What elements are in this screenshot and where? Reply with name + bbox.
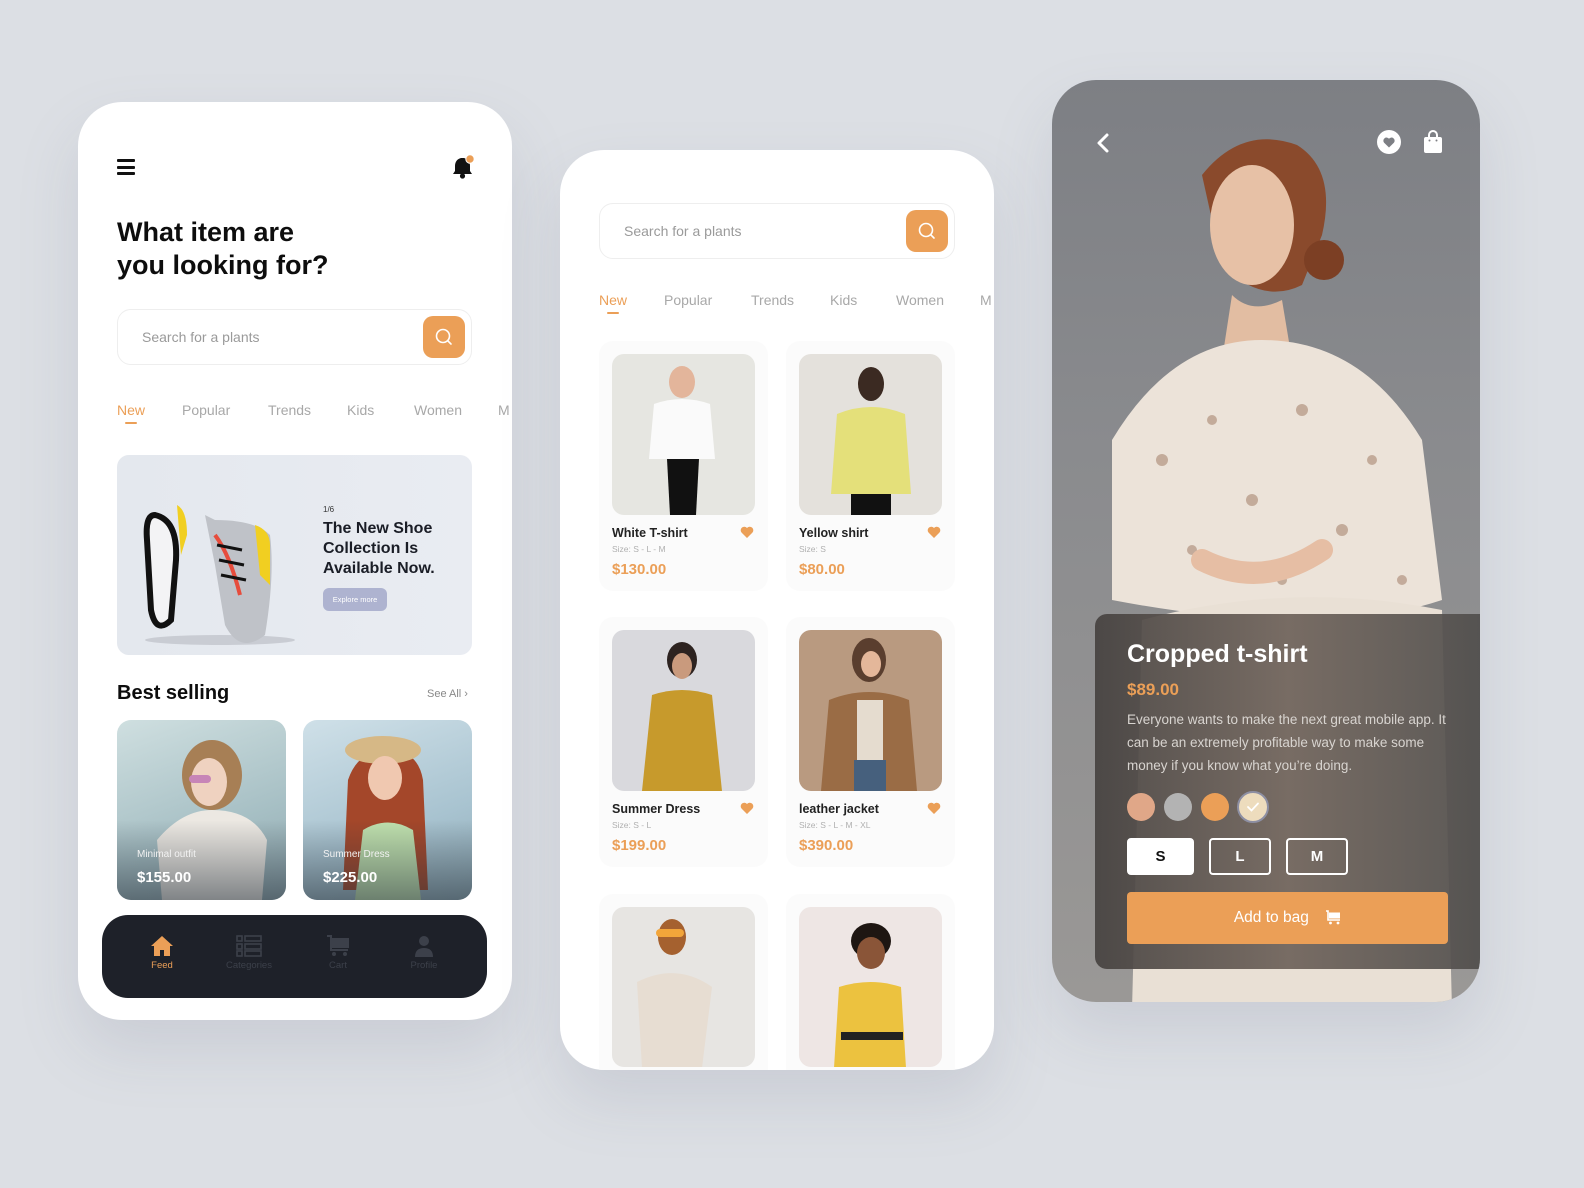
product-photo xyxy=(799,630,942,791)
tab-women[interactable]: Women xyxy=(414,402,462,418)
tab-more[interactable]: M xyxy=(980,292,992,308)
product-photo xyxy=(612,354,755,515)
tab-popular[interactable]: Popular xyxy=(182,402,230,418)
heart-circle-icon[interactable] xyxy=(1377,130,1401,154)
color-swatch-selected[interactable] xyxy=(1237,791,1269,823)
product-card[interactable]: Summer Dress Size: S - L $199.00 xyxy=(599,617,768,867)
size-option-l[interactable]: L xyxy=(1209,838,1271,875)
banner-counter: 1/6 xyxy=(323,505,335,514)
explore-more-button[interactable]: Explore more xyxy=(323,588,387,611)
tab-trends[interactable]: Trends xyxy=(751,292,794,308)
cart-icon xyxy=(1326,910,1341,925)
product-card[interactable] xyxy=(599,894,768,1070)
home-icon xyxy=(151,936,173,956)
hamburger-icon[interactable] xyxy=(117,159,135,175)
heart-icon[interactable] xyxy=(740,526,754,539)
tab-kids[interactable]: Kids xyxy=(347,402,374,418)
catalog-screen: Search for a plants New Popular Trends K… xyxy=(560,150,994,1070)
active-tab-indicator xyxy=(607,312,619,314)
search-input[interactable]: Search for a plants xyxy=(599,203,955,259)
heart-icon[interactable] xyxy=(740,802,754,815)
active-tab-indicator xyxy=(125,422,137,424)
page-title: What item are you looking for? xyxy=(117,217,329,280)
product-caption: Minimal outfit xyxy=(137,849,196,860)
user-icon xyxy=(415,936,433,957)
check-icon xyxy=(1247,802,1259,812)
home-screen: What item are you looking for? Search fo… xyxy=(78,102,512,1020)
banner-title: The New Shoe Collection Is Available Now… xyxy=(323,520,435,577)
search-button[interactable] xyxy=(906,210,948,252)
search-button[interactable] xyxy=(423,316,465,358)
product-card[interactable]: leather jacket Size: S - L - M - XL $390… xyxy=(786,617,955,867)
product-photo xyxy=(612,907,755,1067)
promo-banner[interactable]: 1/6 The New Shoe Collection Is Available… xyxy=(117,455,472,655)
category-tabs: New Popular Trends Kids Women M xyxy=(117,402,512,424)
product-photo xyxy=(612,630,755,791)
nav-feed[interactable]: Feed xyxy=(127,935,197,971)
bottom-navigation: Feed Categories Cart Profile xyxy=(102,915,487,998)
product-description: Everyone wants to make the next great mo… xyxy=(1127,712,1446,773)
tab-kids[interactable]: Kids xyxy=(830,292,857,308)
product-title: Cropped t-shirt xyxy=(1127,640,1308,668)
tab-new[interactable]: New xyxy=(117,402,145,418)
product-price: $155.00 xyxy=(137,869,192,886)
bell-icon[interactable] xyxy=(451,154,475,180)
add-to-bag-button[interactable]: Add to bag xyxy=(1127,892,1448,944)
size-option-s[interactable]: S xyxy=(1127,838,1194,875)
heart-icon[interactable] xyxy=(927,802,941,815)
product-detail-screen: Cropped t-shirt $89.00 Everyone wants to… xyxy=(1052,80,1480,1002)
product-photo xyxy=(799,354,942,515)
see-all-link[interactable]: See All › xyxy=(427,688,468,700)
tab-popular[interactable]: Popular xyxy=(664,292,712,308)
tab-new[interactable]: New xyxy=(599,292,627,308)
product-info-panel: Cropped t-shirt $89.00 Everyone wants to… xyxy=(1095,614,1480,969)
shopping-bag-icon[interactable] xyxy=(1423,130,1443,154)
size-option-m[interactable]: M xyxy=(1286,838,1348,875)
search-icon xyxy=(918,222,935,239)
best-selling-card[interactable]: Summer Dress $225.00 xyxy=(303,720,472,900)
product-caption: Summer Dress xyxy=(323,849,390,860)
color-swatch[interactable] xyxy=(1127,793,1155,821)
best-selling-title: Best selling xyxy=(117,682,230,704)
search-input[interactable]: Search for a plants xyxy=(117,309,472,365)
product-card[interactable]: Yellow shirt Size: S $80.00 xyxy=(786,341,955,591)
nav-profile[interactable]: Profile xyxy=(389,935,459,971)
search-icon xyxy=(435,328,452,345)
cart-icon xyxy=(327,935,349,956)
chevron-left-icon[interactable] xyxy=(1096,132,1110,154)
color-swatch[interactable] xyxy=(1201,793,1229,821)
shoe-image xyxy=(143,505,295,645)
product-card[interactable]: White T-shirt Size: S - L - M $130.00 xyxy=(599,341,768,591)
color-swatch[interactable] xyxy=(1164,793,1192,821)
product-photo xyxy=(799,907,942,1067)
category-tabs: New Popular Trends Kids Women M xyxy=(599,292,994,314)
list-icon xyxy=(236,935,262,957)
nav-categories[interactable]: Categories xyxy=(214,935,284,971)
tab-trends[interactable]: Trends xyxy=(268,402,311,418)
best-selling-card[interactable]: Minimal outfit $155.00 xyxy=(117,720,286,900)
heart-icon[interactable] xyxy=(927,526,941,539)
product-price: $225.00 xyxy=(323,869,378,886)
product-price: $89.00 xyxy=(1127,680,1179,699)
tab-more[interactable]: M xyxy=(498,402,510,418)
product-card[interactable] xyxy=(786,894,955,1070)
tab-women[interactable]: Women xyxy=(896,292,944,308)
nav-cart[interactable]: Cart xyxy=(303,935,373,971)
